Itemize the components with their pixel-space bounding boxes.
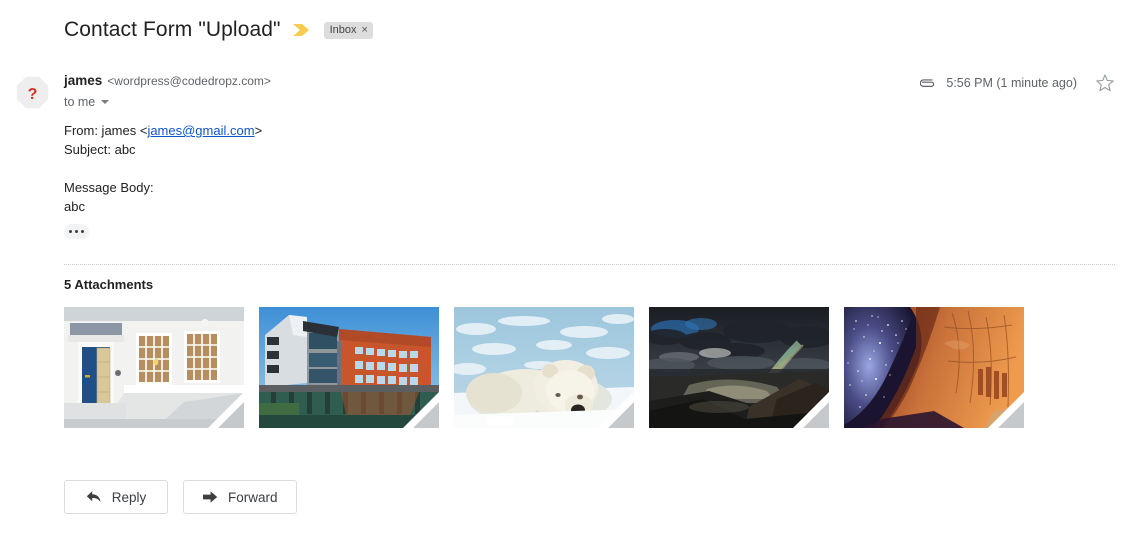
page-title: Contact Form "Upload"	[64, 18, 281, 41]
recipient-row[interactable]: to me	[64, 94, 110, 110]
ellipsis-icon[interactable]	[64, 224, 89, 239]
body-line-subject: Subject: abc	[64, 142, 136, 157]
important-chevron-icon[interactable]	[292, 23, 310, 37]
star-outline-icon[interactable]	[1095, 73, 1115, 93]
sender-row[interactable]: james <wordpress@codedropz.com>	[64, 73, 271, 88]
attachment-thumbnail-white-building-blue-door-photo[interactable]	[64, 307, 244, 428]
attachments-heading: 5 Attachments	[64, 277, 154, 292]
label-chip-inbox[interactable]: Inbox ×	[323, 21, 373, 39]
thumbnail-fold-shadow	[803, 402, 829, 428]
ellipsis-dot	[80, 229, 85, 234]
paperclip-icon	[920, 79, 935, 87]
chevron-down-icon[interactable]	[101, 100, 110, 104]
thumbnail-fold-shadow	[218, 402, 244, 428]
attachments-divider	[64, 264, 1115, 265]
attachment-thumbnail-storm-rainbow-landscape-photo[interactable]	[649, 307, 829, 428]
from-suffix: >	[254, 123, 263, 138]
attachment-thumbnail-milky-way-canyon-photo[interactable]	[844, 307, 1024, 428]
thumbnail-fold-shadow	[608, 402, 634, 428]
message-meta: 5:56 PM (1 minute ago)	[920, 73, 1115, 93]
attachment-thumbnail-waterfront-office-building-photo[interactable]	[259, 307, 439, 428]
svg-text:?: ?	[28, 86, 38, 103]
body-line-message-text: abc	[64, 199, 85, 214]
attachment-list	[64, 307, 1024, 428]
ellipsis-dot	[68, 229, 73, 234]
unknown-sender-avatar-icon: ?	[16, 76, 49, 109]
label-remove-icon[interactable]: ×	[362, 22, 368, 39]
avatar: ?	[16, 76, 49, 109]
message-timestamp: 5:56 PM (1 minute ago)	[946, 76, 1077, 90]
message-body: From: james <james@gmail.com> Subject: a…	[64, 121, 262, 216]
from-prefix: From: james <	[64, 123, 148, 138]
reply-button-label: Reply	[111, 489, 147, 505]
body-line-message-label: Message Body:	[64, 180, 154, 195]
reply-button[interactable]: Reply	[64, 480, 168, 514]
label-chip-text: Inbox	[329, 23, 357, 36]
sender-name: james	[64, 73, 103, 88]
sender-email: <wordpress@codedropz.com>	[107, 74, 271, 88]
recipient-label: to me	[64, 95, 96, 109]
attachment-thumbnail-polar-bear-snow-photo[interactable]	[454, 307, 634, 428]
subject-row: Contact Form "Upload" Inbox ×	[64, 16, 373, 44]
forward-button[interactable]: Forward	[183, 480, 297, 514]
forward-button-label: Forward	[228, 489, 278, 505]
thumbnail-fold-shadow	[998, 402, 1024, 428]
body-line-from: From: james <james@gmail.com>	[64, 121, 262, 140]
ellipsis-dot	[74, 229, 79, 234]
thumbnail-fold-shadow	[413, 402, 439, 428]
forward-arrow-icon	[203, 491, 218, 503]
from-email-link[interactable]: james@gmail.com	[147, 123, 254, 138]
message-actions: Reply Forward	[64, 480, 297, 514]
reply-arrow-icon	[86, 491, 101, 503]
